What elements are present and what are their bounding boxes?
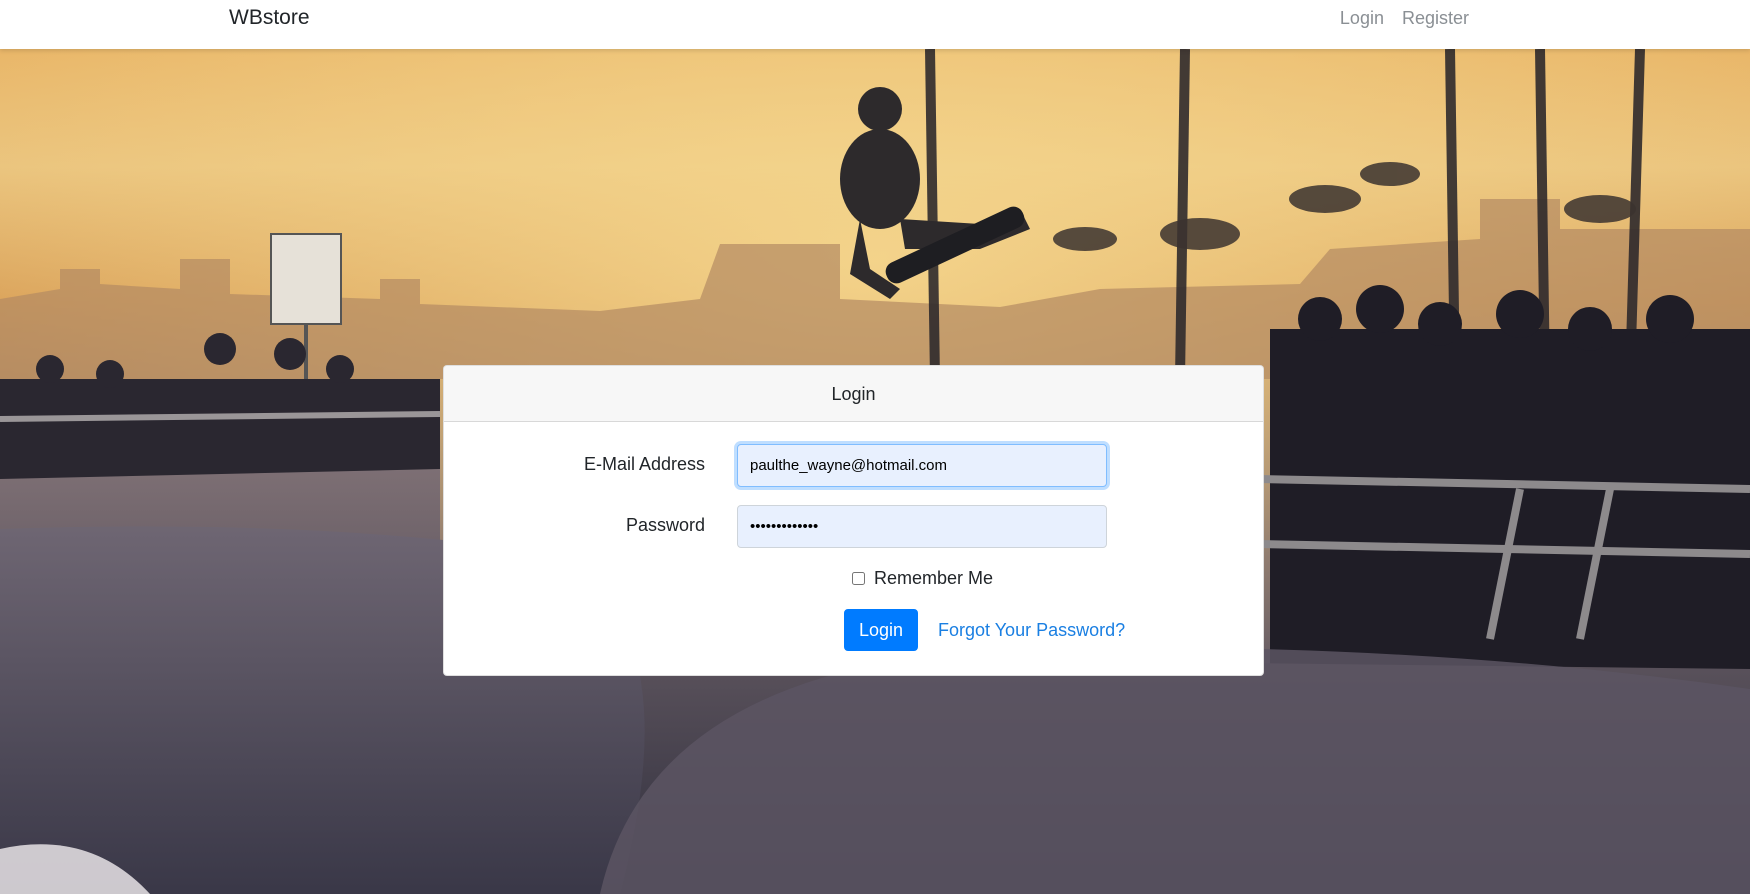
password-label: Password [625,515,705,535]
password-row: Password [444,505,1263,548]
remember-me[interactable]: Remember Me [852,568,993,589]
forgot-password-link[interactable]: Forgot Your Password? [938,620,1125,641]
remember-me-checkbox[interactable] [852,572,865,585]
top-navbar: WBstore Login Register [0,0,1750,49]
email-input[interactable] [737,444,1107,487]
login-card: Login E-Mail Address Password Remember M… [443,365,1264,676]
nav-links: Login Register [1340,8,1469,29]
brand-logo[interactable]: WBstore [229,6,310,30]
email-label: E-Mail Address [583,454,705,474]
login-button[interactable]: Login [844,609,918,651]
login-card-title: Login [444,366,1263,422]
password-input[interactable] [737,505,1107,548]
nav-login-link[interactable]: Login [1340,8,1384,29]
remember-me-label: Remember Me [874,568,994,588]
email-row: E-Mail Address [444,444,1263,487]
nav-register-link[interactable]: Register [1402,8,1469,29]
